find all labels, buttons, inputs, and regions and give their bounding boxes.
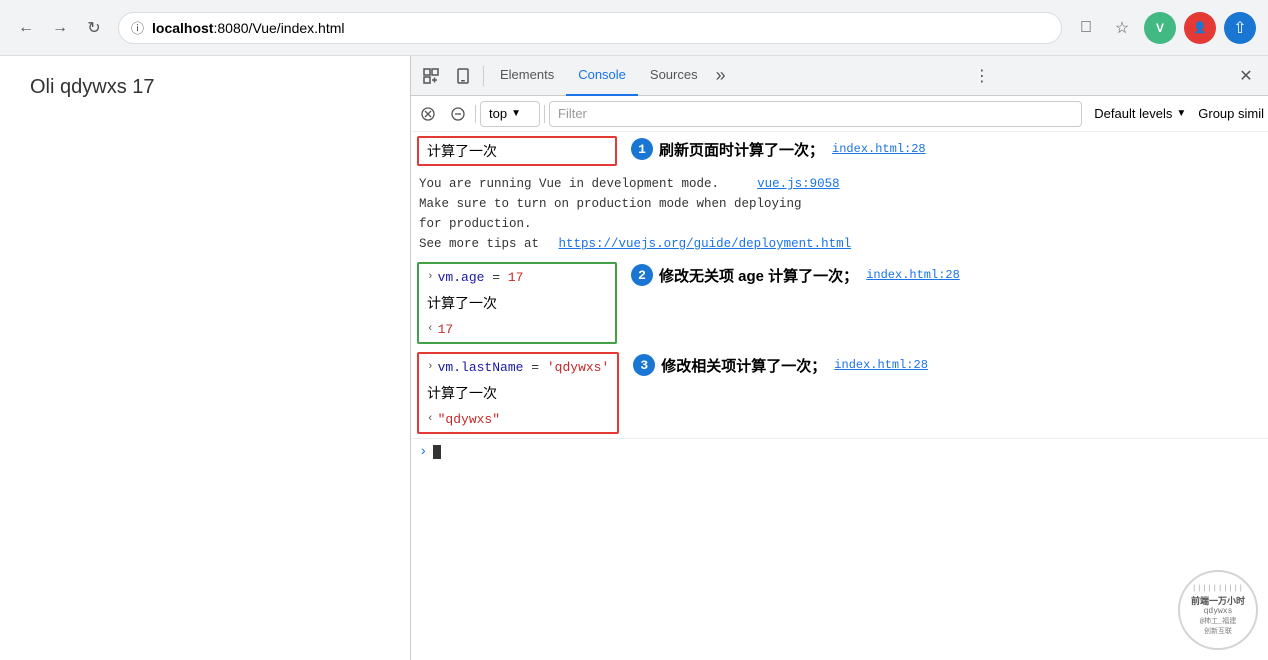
watermark-top-lines: ||||||||||: [1192, 585, 1244, 593]
vue-extension-icon[interactable]: V: [1144, 12, 1176, 44]
address-bar[interactable]: ⓘ localhost:8080/Vue/index.html: [118, 12, 1062, 44]
devtools-close-button[interactable]: ✕: [1232, 62, 1260, 90]
lt-arrow-2: ‹: [427, 323, 434, 335]
vm-lastname-row: › vm.lastName = 'qdywxs': [419, 354, 617, 380]
console-section-3: › vm.lastName = 'qdywxs' 计算了一次 ‹ "qdywxs…: [411, 348, 1268, 438]
result-row-3: ‹ "qdywxs": [419, 406, 617, 432]
console-row-calc1: 计算了一次: [419, 138, 615, 164]
dropdown-arrow-icon: ▼: [511, 108, 521, 119]
tab-elements[interactable]: Elements: [488, 56, 566, 96]
expand-icon-2: ›: [427, 271, 434, 283]
inspector-button[interactable]: [415, 60, 447, 92]
annotation-row-3: 3 修改相关项计算了一次； index.html:28: [625, 348, 936, 382]
tab-sources[interactable]: Sources: [638, 56, 710, 96]
annotation-bubble-1: 1: [631, 138, 653, 160]
console-box-red-3: › vm.lastName = 'qdywxs' 计算了一次 ‹ "qdywxs…: [417, 352, 619, 434]
console-section-2: › vm.age = 17 计算了一次 ‹ 17: [411, 258, 1268, 348]
vue-js-link[interactable]: vue.js:9058: [749, 177, 840, 191]
levels-arrow-icon: ▼: [1176, 108, 1186, 119]
tab-separator: [483, 66, 484, 86]
watermark-bottom1: @柿工_福建: [1200, 616, 1236, 626]
context-dropdown[interactable]: top ▼: [480, 101, 540, 127]
upload-button[interactable]: ⇧: [1224, 12, 1256, 44]
watermark-user: qdywxs: [1204, 607, 1233, 616]
vue-warning-row: You are running Vue in development mode.…: [411, 170, 1268, 258]
forward-button[interactable]: →: [46, 14, 74, 42]
back-button[interactable]: ←: [12, 14, 40, 42]
console-input-line: ›: [411, 438, 1268, 464]
console-caret-icon: ›: [419, 444, 427, 460]
console-cursor[interactable]: [433, 445, 441, 459]
calc-row-2: 计算了一次: [419, 290, 615, 316]
filter-button[interactable]: [445, 101, 471, 127]
nav-buttons: ← → ↻: [12, 14, 108, 42]
annotation-row-2: 2 修改无关项 age 计算了一次； index.html:28: [623, 258, 968, 292]
annotation-text-1: 刷新页面时计算了一次；: [659, 139, 824, 160]
device-button[interactable]: [447, 60, 479, 92]
watermark: |||||||||| 前端一万小时 qdywxs @柿工_福建 创新互联: [1178, 570, 1258, 650]
browser-actions:  ☆ V 👤 ⇧: [1072, 12, 1256, 44]
console-box-red-1: 计算了一次: [417, 136, 617, 166]
result-val-2: 17: [438, 322, 454, 337]
translate-button[interactable]: : [1072, 14, 1100, 42]
url-display: localhost:8080/Vue/index.html: [152, 20, 344, 36]
annotation-row-1: 1 刷新页面时计算了一次； index.html:28: [623, 132, 934, 166]
reload-button[interactable]: ↻: [80, 14, 108, 42]
profile-button[interactable]: 👤: [1184, 12, 1216, 44]
bookmark-button[interactable]: ☆: [1108, 14, 1136, 42]
toolbar-separator-1: [475, 105, 476, 123]
page-content: Oli qdywxs 17: [0, 56, 410, 660]
expand-icon-3: ›: [427, 361, 434, 373]
link-index3[interactable]: index.html:28: [826, 358, 928, 372]
vuejs-guide-link[interactable]: https://vuejs.org/guide/deployment.html: [551, 237, 852, 251]
default-levels-dropdown[interactable]: Default levels ▼: [1086, 101, 1194, 127]
result-val-3: "qdywxs": [438, 412, 500, 427]
console-box-green-2: › vm.age = 17 计算了一次 ‹ 17: [417, 262, 617, 344]
link-index2[interactable]: index.html:28: [858, 268, 960, 282]
devtools-panel: Elements Console Sources » ⋮ ✕ top ▼: [410, 56, 1268, 660]
console-output: 计算了一次 1 刷新页面时计算了一次； index.html:28 You ar…: [411, 132, 1268, 660]
tab-console[interactable]: Console: [566, 56, 638, 96]
toolbar-separator-2: [544, 105, 545, 123]
browser-chrome: ← → ↻ ⓘ localhost:8080/Vue/index.html  …: [0, 0, 1268, 56]
more-tabs-button[interactable]: »: [710, 65, 732, 86]
result-row-2: ‹ 17: [419, 316, 615, 342]
devtools-tabs: Elements Console Sources » ⋮ ✕: [411, 56, 1268, 96]
lt-arrow-3: ‹: [427, 413, 434, 425]
devtools-toolbar: top ▼ Filter Default levels ▼ Group simi…: [411, 96, 1268, 132]
vm-age-row: › vm.age = 17: [419, 264, 615, 290]
clear-console-button[interactable]: [415, 101, 441, 127]
watermark-main-text: 前端一万小时: [1191, 594, 1245, 607]
link-index1[interactable]: index.html:28: [824, 142, 926, 156]
annotation-bubble-3: 3: [633, 354, 655, 376]
calc-text-1: 计算了一次: [427, 141, 497, 161]
console-section-1: 计算了一次 1 刷新页面时计算了一次； index.html:28: [411, 132, 1268, 170]
watermark-bottom2: 创新互联: [1204, 626, 1232, 636]
calc-row-3: 计算了一次: [419, 380, 617, 406]
group-similar-label: Group simil: [1198, 106, 1264, 121]
main-layout: Oli qdywxs 17 Elements Console Sources »…: [0, 56, 1268, 660]
devtools-menu-button[interactable]: ⋮: [968, 62, 996, 90]
watermark-circle: |||||||||| 前端一万小时 qdywxs @柿工_福建 创新互联: [1178, 570, 1258, 650]
page-text: Oli qdywxs 17: [30, 76, 155, 98]
annotation-bubble-2: 2: [631, 264, 653, 286]
annotation-text-2: 修改无关项 age 计算了一次；: [659, 265, 858, 286]
secure-icon: ⓘ: [131, 18, 144, 37]
annotation-text-3: 修改相关项计算了一次；: [661, 355, 826, 376]
filter-input[interactable]: Filter: [549, 101, 1082, 127]
